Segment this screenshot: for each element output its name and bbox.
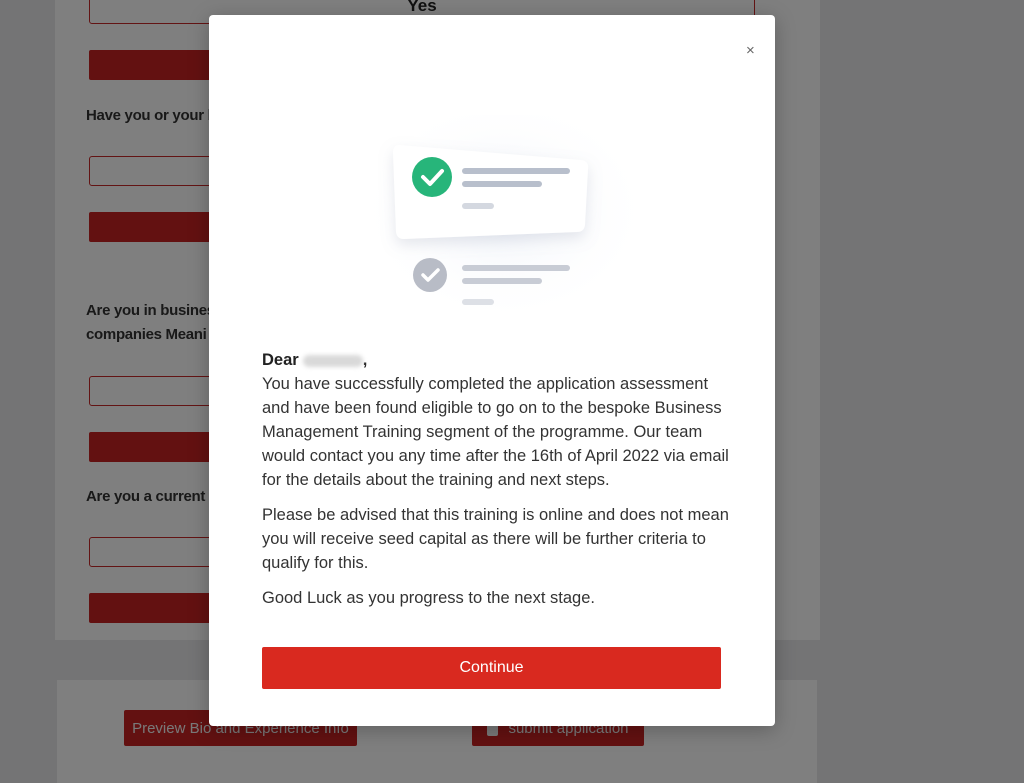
close-icon[interactable]: × (746, 43, 755, 59)
check-circle-grey-icon (413, 258, 447, 292)
greeting-suffix: , (362, 351, 368, 369)
continue-button[interactable]: Continue (262, 647, 721, 689)
message-paragraph-1: You have successfully completed the appl… (262, 375, 729, 489)
eligibility-modal: × Dear, You have successfully completed … (209, 15, 775, 726)
check-circle-icon (412, 157, 452, 197)
modal-message: Dear, You have successfully completed th… (262, 348, 732, 621)
message-paragraph-2: Please be advised that this training is … (262, 506, 729, 572)
greeting-prefix: Dear (262, 351, 299, 369)
greeting: Dear, (262, 348, 732, 372)
message-paragraph-3: Good Luck as you progress to the next st… (262, 589, 595, 607)
redacted-name (302, 354, 363, 367)
checklist-illustration (369, 115, 639, 325)
